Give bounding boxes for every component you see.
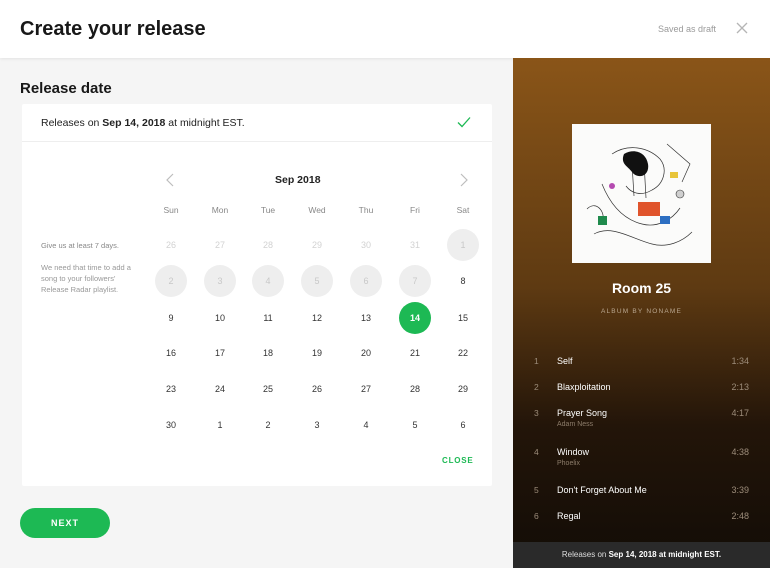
close-icon[interactable]	[734, 20, 750, 36]
calendar-day[interactable]: 24	[204, 373, 236, 405]
calendar-day[interactable]: 29	[447, 373, 479, 405]
album-cover-art	[572, 124, 711, 263]
track-number: 1	[534, 356, 539, 366]
calendar-day[interactable]: 23	[155, 373, 187, 405]
calendar-day[interactable]: 4	[350, 409, 382, 441]
release-footer-bar: Releases on Sep 14, 2018 at midnight EST…	[513, 542, 770, 568]
calendar-day[interactable]: 26	[301, 373, 333, 405]
track-duration: 4:38	[731, 447, 749, 457]
calendar-day: 4	[252, 265, 284, 297]
release-date-summary[interactable]: Releases on Sep 14, 2018 at midnight EST…	[22, 104, 492, 142]
track-row[interactable]: 3 Prayer Song Adam Ness 4:17	[513, 408, 770, 432]
calendar-day[interactable]: 25	[252, 373, 284, 405]
section-title-release-date: Release date	[20, 80, 112, 97]
track-name: Window	[557, 447, 590, 457]
calendar-day[interactable]: 11	[252, 302, 284, 334]
track-duration: 2:13	[731, 382, 749, 392]
track-row[interactable]: 1 Self 1:34	[513, 356, 770, 380]
release-date-card: Releases on Sep 14, 2018 at midnight EST…	[22, 104, 492, 486]
track-name: Don't Forget About Me	[557, 485, 647, 495]
weekday-label: Tue	[260, 205, 276, 215]
track-row[interactable]: 5 Don't Forget About Me 3:39	[513, 485, 770, 509]
track-number: 4	[534, 447, 539, 457]
weekday-label: Sat	[456, 205, 470, 215]
draft-status: Saved as draft	[658, 24, 717, 34]
track-row[interactable]: 4 Window Phoelix 4:38	[513, 447, 770, 471]
track-duration: 3:39	[731, 485, 749, 495]
weekday-label: Fri	[410, 205, 420, 215]
weekday-label: Sun	[163, 205, 179, 215]
track-row[interactable]: 6 Regal 2:48	[513, 511, 770, 535]
calendar-day[interactable]: 13	[350, 302, 382, 334]
calendar-day[interactable]: 27	[350, 373, 382, 405]
release-date-summary-text: Releases on Sep 14, 2018 at midnight EST…	[41, 117, 245, 129]
track-artist: Phoelix	[557, 460, 580, 467]
calendar-day[interactable]: 21	[399, 337, 431, 369]
calendar-day[interactable]: 6	[447, 409, 479, 441]
calendar-day-selected[interactable]: 14	[399, 302, 431, 334]
calendar-day[interactable]: 22	[447, 337, 479, 369]
track-name: Regal	[557, 511, 581, 521]
calendar-day[interactable]: 15	[447, 302, 479, 334]
track-artist: Adam Ness	[557, 421, 594, 428]
track-name: Self	[557, 356, 573, 366]
calendar-day[interactable]: 16	[155, 337, 187, 369]
album-title: Room 25	[611, 280, 672, 296]
calendar-day[interactable]: 5	[399, 409, 431, 441]
calendar-day[interactable]: 20	[350, 337, 382, 369]
calendar-day[interactable]: 10	[204, 302, 236, 334]
album-cover-illustration	[572, 124, 711, 263]
checkmark-icon	[457, 117, 471, 128]
page-title: Create your release	[20, 18, 206, 40]
calendar-day: 6	[350, 265, 382, 297]
top-bar: Create your release Saved as draft	[0, 0, 770, 58]
track-row[interactable]: 2 Blaxploitation 2:13	[513, 382, 770, 406]
calendar-day[interactable]: 17	[204, 337, 236, 369]
calendar-day[interactable]: 9	[155, 302, 187, 334]
calendar-month-label: Sep 2018	[275, 174, 321, 186]
calendar-day: 29	[311, 240, 322, 250]
calendar-day: 26	[165, 240, 176, 250]
track-name: Prayer Song	[557, 408, 608, 418]
track-number: 5	[534, 485, 539, 495]
track-number: 2	[534, 382, 539, 392]
calendar-day: 28	[262, 240, 273, 250]
calendar-day[interactable]: 28	[399, 373, 431, 405]
track-duration: 1:34	[731, 356, 749, 366]
calendar-day: 7	[399, 265, 431, 297]
calendar-day[interactable]: 12	[301, 302, 333, 334]
calendar-day: 30	[360, 240, 371, 250]
track-number: 6	[534, 511, 539, 521]
release-preview-panel: Room 25 ALBUM BY NONAME 1 Self 1:34 2 Blaxpl…	[513, 58, 770, 568]
footer-release-date: Sep 14, 2018	[608, 550, 657, 559]
weekday-label: Wed	[308, 205, 326, 215]
calendar-day: 31	[409, 240, 420, 250]
track-duration: 2:48	[731, 511, 749, 521]
calendar-day: 2	[155, 265, 187, 297]
track-name: Blaxploitation	[557, 382, 611, 392]
calendar-close-link[interactable]: CLOSE	[442, 456, 474, 465]
calendar-day: 27	[214, 240, 225, 250]
chevron-right-icon[interactable]	[458, 172, 470, 188]
calendar-day[interactable]: 8	[447, 265, 479, 297]
next-button[interactable]: NEXT	[20, 508, 110, 538]
calendar-day[interactable]: 18	[252, 337, 284, 369]
track-number: 3	[534, 408, 539, 418]
track-duration: 4:17	[731, 408, 749, 418]
calendar-day[interactable]: 19	[301, 337, 333, 369]
calendar-day: 3	[204, 265, 236, 297]
calendar-day: 1	[447, 229, 479, 261]
hint-title: Give us at least 7 days.	[41, 241, 119, 250]
chevron-left-icon[interactable]	[164, 172, 176, 188]
calendar-day[interactable]: 30	[155, 409, 187, 441]
weekday-label: Thu	[358, 205, 374, 215]
hint-body: We need that time to add a song to your …	[41, 263, 131, 294]
release-date-value: Sep 14, 2018	[102, 117, 166, 129]
calendar-day: 5	[301, 265, 333, 297]
album-subtitle: ALBUM BY NONAME	[600, 308, 683, 315]
calendar-day[interactable]: 1	[204, 409, 236, 441]
calendar-day[interactable]: 2	[252, 409, 284, 441]
weekday-label: Mon	[211, 205, 229, 215]
calendar-day[interactable]: 3	[301, 409, 333, 441]
